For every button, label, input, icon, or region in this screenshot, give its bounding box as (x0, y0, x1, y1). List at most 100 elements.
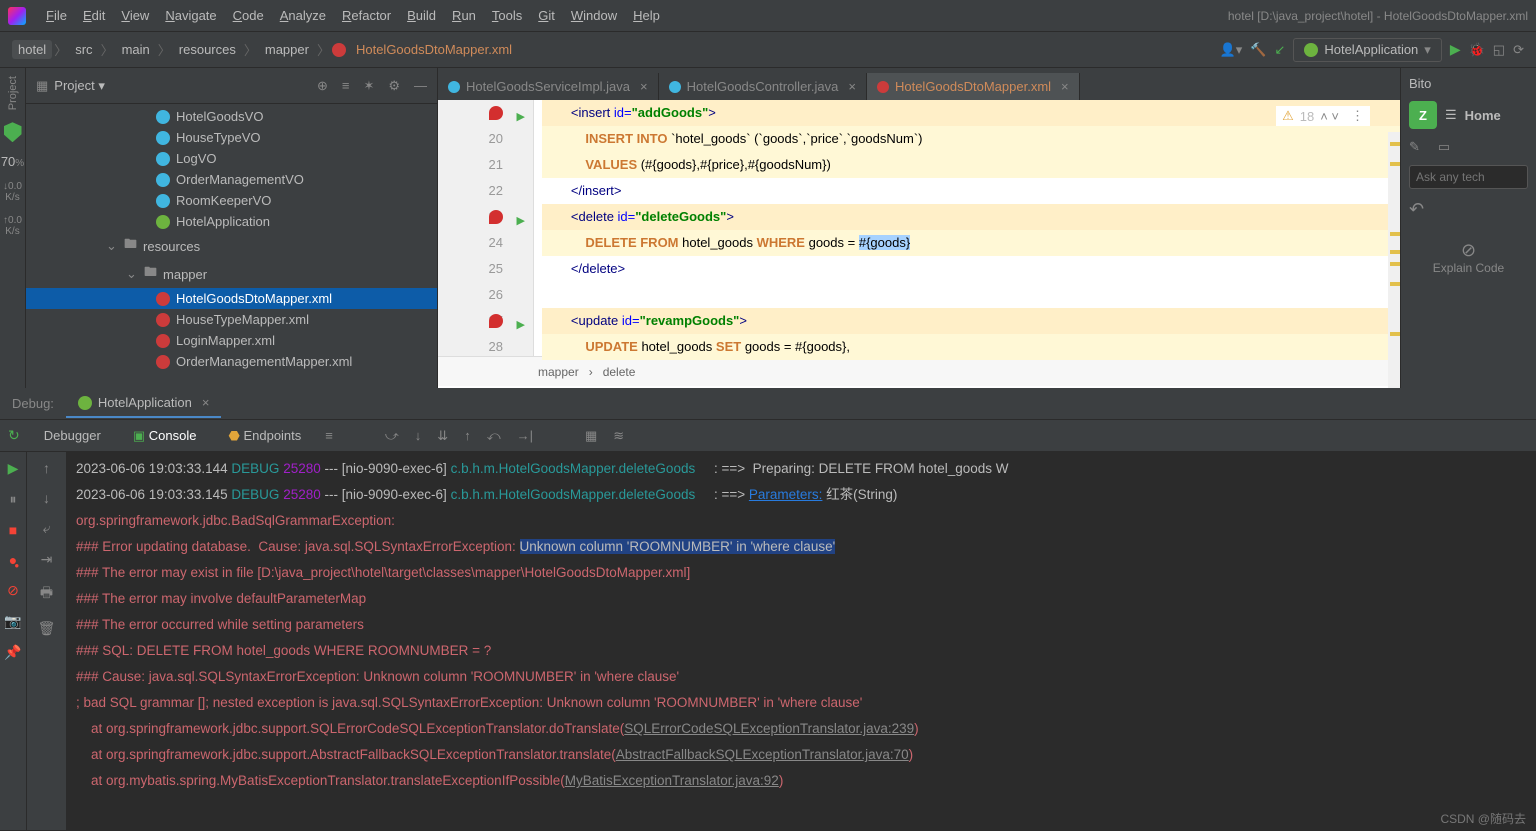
bito-avatar[interactable]: Z (1409, 101, 1437, 129)
tree-item[interactable]: RoomKeeperVO (26, 190, 437, 211)
trace-icon[interactable]: ≋ (613, 428, 624, 444)
editor-tab[interactable]: HotelGoodsDtoMapper.xml× (867, 73, 1080, 100)
step-into-icon[interactable]: ↓ (415, 428, 422, 443)
bito-home[interactable]: Home (1465, 108, 1501, 123)
console-output[interactable]: 2023-06-06 19:03:33.144 DEBUG 25280 --- … (66, 452, 1536, 830)
inspection-widget[interactable]: ⚠ 18 ˄ ˅ ⋮ (1276, 106, 1370, 126)
menu-help[interactable]: Help (625, 4, 668, 27)
camera-icon[interactable]: 📷 (4, 613, 21, 630)
scroll-down-icon[interactable]: ↓ (43, 490, 50, 506)
debug-tool-window: Debug: HotelApplication × ↻ Debugger ▣ C… (0, 388, 1536, 831)
tree-item[interactable]: LogVO (26, 148, 437, 169)
console-controls: ↑ ↓ ⤶ ⇥ 🖶 🗑 (26, 452, 66, 830)
wallet-icon[interactable]: ▭ (1438, 139, 1450, 155)
menu-window[interactable]: Window (563, 4, 625, 27)
tree-item[interactable]: HouseTypeMapper.xml (26, 309, 437, 330)
tree-item[interactable]: OrderManagementVO (26, 169, 437, 190)
collapse-icon[interactable]: ✶ (363, 78, 374, 94)
crumb-project[interactable]: hotel (12, 40, 52, 59)
panel-title[interactable]: Project ▾ (54, 78, 317, 94)
menu-code[interactable]: Code (225, 4, 272, 27)
menu-view[interactable]: View (113, 4, 157, 27)
menu-run[interactable]: Run (444, 4, 484, 27)
warning-icon: ⚠ (1282, 108, 1294, 124)
pause-button[interactable]: ⏸ (10, 491, 17, 508)
editor-tab[interactable]: HotelGoodsController.java× (659, 73, 867, 100)
menu-git[interactable]: Git (530, 4, 563, 27)
tree-item[interactable]: HouseTypeVO (26, 127, 437, 148)
console-tab[interactable]: ▣ Console (125, 424, 205, 448)
profile-button[interactable]: ⟳ (1513, 42, 1524, 58)
menu-navigate[interactable]: Navigate (157, 4, 224, 27)
tree-item[interactable]: HotelGoodsDtoMapper.xml (26, 288, 437, 309)
clear-icon[interactable]: 🗑 (38, 620, 56, 637)
coverage-button[interactable]: ◱ (1493, 42, 1505, 58)
pin-icon[interactable]: 📌 (4, 644, 21, 661)
crumb-file[interactable]: HotelGoodsDtoMapper.xml (350, 40, 518, 59)
project-tree[interactable]: HotelGoodsVOHouseTypeVOLogVOOrderManagem… (26, 104, 437, 374)
panel-select-icon[interactable]: ▦ (36, 78, 48, 94)
run-button[interactable]: ▶ (1450, 41, 1461, 58)
debug-button[interactable]: 🐞 (1469, 42, 1485, 58)
explain-code-button[interactable]: ⊘ Explain Code (1409, 240, 1528, 275)
undo-icon[interactable]: ↶ (1409, 199, 1424, 220)
menu-edit[interactable]: Edit (75, 4, 113, 27)
debug-session-tab[interactable]: HotelApplication × (66, 389, 222, 418)
crumb[interactable]: src (69, 40, 98, 59)
menu-analyze[interactable]: Analyze (272, 4, 334, 27)
rerun-button[interactable]: ↻ (8, 427, 20, 444)
tree-item[interactable]: LoginMapper.xml (26, 330, 437, 351)
menu-tools[interactable]: Tools (484, 4, 530, 27)
soft-wrap-icon[interactable]: ⤶ (43, 520, 51, 537)
debugger-tab[interactable]: Debugger (36, 424, 109, 447)
tree-item[interactable]: OrderManagementMapper.xml (26, 351, 437, 372)
tree-item[interactable]: ⌄🖿resources (26, 232, 437, 260)
scroll-end-icon[interactable]: ⇥ (41, 551, 53, 568)
left-tool-stripe: Project 70% ↓0.0K/s ↑0.0K/s (0, 68, 26, 388)
project-panel: ▦ Project ▾ ⊕ ≡ ✶ ⚙ — HotelGoodsVOHouseT… (26, 68, 438, 388)
marker-bar[interactable] (1388, 132, 1400, 388)
hide-icon[interactable]: — (414, 78, 427, 94)
scroll-up-icon[interactable]: ↑ (43, 460, 50, 476)
mute-breakpoints-button[interactable]: ⊘ (7, 582, 19, 599)
breakpoints-button[interactable]: ●● (9, 552, 17, 568)
step-over-icon[interactable]: ⤻ (385, 428, 399, 444)
build-icon[interactable]: 🔨 (1250, 42, 1266, 58)
hamburger-icon[interactable]: ☰ (1445, 107, 1457, 123)
menu-file[interactable]: File (38, 4, 75, 27)
spring-icon (78, 396, 92, 410)
bito-input[interactable] (1409, 165, 1528, 189)
run-to-cursor-icon[interactable]: →| (517, 428, 533, 443)
endpoints-tab[interactable]: ⬣ Endpoints (220, 424, 309, 448)
print-icon[interactable]: 🖶 (40, 582, 53, 606)
crumb[interactable]: mapper (259, 40, 315, 59)
stop-button[interactable]: ■ (9, 522, 17, 538)
resume-button[interactable]: ▶ (8, 460, 19, 477)
gutter[interactable]: ▶▶▶ 19202122232425262728 (438, 100, 534, 356)
locate-icon[interactable]: ⊕ (317, 78, 328, 94)
crumb[interactable]: main (116, 40, 156, 59)
settings-icon[interactable]: ⚙ (388, 78, 400, 94)
editor-tab[interactable]: HotelGoodsServiceImpl.java× (438, 73, 659, 100)
project-tool-button[interactable]: Project (7, 76, 19, 110)
force-step-icon[interactable]: ⇊ (437, 428, 448, 444)
app-icon (8, 7, 26, 25)
tree-item[interactable]: HotelGoodsVO (26, 106, 437, 127)
sync-icon[interactable]: ↙ (1274, 42, 1285, 58)
code-content[interactable]: <insert id="addGoods"> INSERT INTO `hote… (534, 100, 1400, 356)
close-icon[interactable]: × (202, 395, 210, 410)
tree-item[interactable]: HotelApplication (26, 211, 437, 232)
drop-frame-icon[interactable]: ⤺ (487, 428, 501, 444)
tree-item[interactable]: ⌄🖿mapper (26, 260, 437, 288)
menu-build[interactable]: Build (399, 4, 444, 27)
code-breadcrumb[interactable]: mapper›delete (438, 356, 1400, 386)
filter-icon[interactable]: ≡ (325, 428, 333, 443)
evaluate-icon[interactable]: ▦ (585, 428, 597, 444)
step-out-icon[interactable]: ↑ (464, 428, 471, 443)
run-config-selector[interactable]: HotelApplication ▾ (1293, 38, 1441, 62)
pencil-icon[interactable]: ✎ (1409, 139, 1420, 155)
menu-refactor[interactable]: Refactor (334, 4, 399, 27)
expand-icon[interactable]: ≡ (342, 78, 350, 94)
user-icon[interactable]: 👤▾ (1220, 42, 1243, 58)
crumb[interactable]: resources (173, 40, 242, 59)
